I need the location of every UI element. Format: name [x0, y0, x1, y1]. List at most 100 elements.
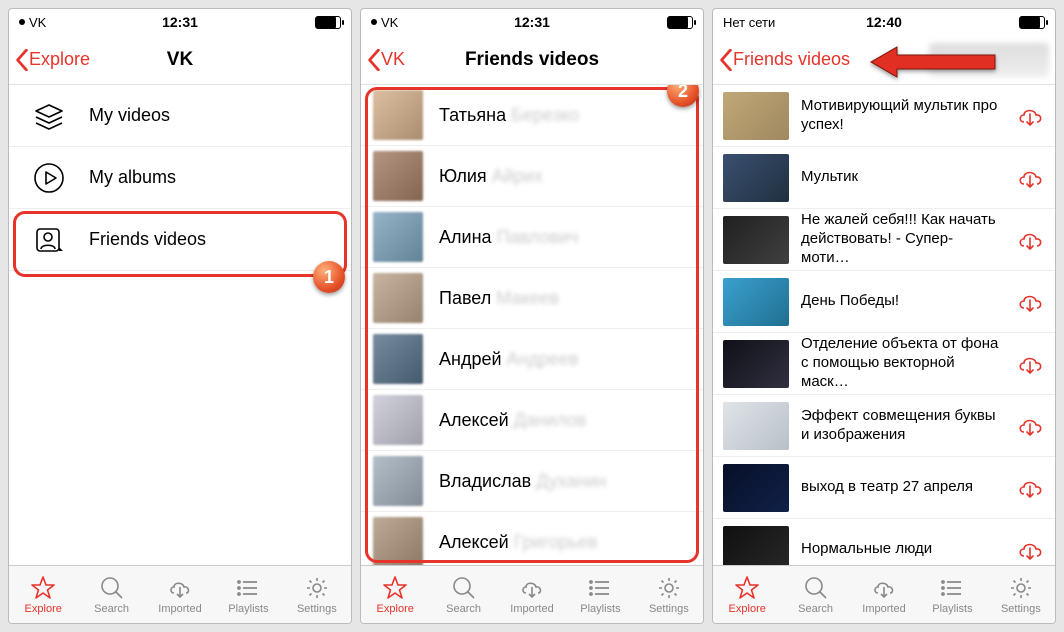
- cloud-download-icon: [1016, 104, 1044, 128]
- back-button[interactable]: VK: [367, 49, 405, 71]
- tab-playlists[interactable]: Playlists: [918, 566, 986, 623]
- tab-imported[interactable]: Imported: [146, 566, 214, 623]
- menu-my-albums[interactable]: My albums: [9, 147, 351, 209]
- cloud-download-icon: [1016, 228, 1044, 252]
- cloud-download-icon: [1016, 538, 1044, 562]
- friend-row[interactable]: Алексей Данилов: [361, 390, 703, 451]
- cloud-download-icon: [1016, 476, 1044, 500]
- carrier-label: VK: [29, 15, 46, 30]
- gear-icon: [304, 575, 330, 601]
- tab-label: Settings: [649, 603, 689, 615]
- tab-imported[interactable]: Imported: [850, 566, 918, 623]
- download-button[interactable]: [1015, 414, 1045, 438]
- video-thumbnail: [723, 278, 789, 326]
- tab-settings[interactable]: Settings: [635, 566, 703, 623]
- video-thumbnail: [723, 464, 789, 512]
- download-button[interactable]: [1015, 228, 1045, 252]
- friend-row[interactable]: Алина Павлович: [361, 207, 703, 268]
- back-label: Friends videos: [733, 49, 850, 70]
- menu-my-videos[interactable]: My videos: [9, 85, 351, 147]
- friend-row[interactable]: Татьяна Березко: [361, 85, 703, 146]
- tab-label: Search: [94, 603, 129, 615]
- download-button[interactable]: [1015, 290, 1045, 314]
- tab-bar: Explore Search Imported Playlists Settin…: [9, 565, 351, 623]
- search-icon: [803, 575, 829, 601]
- friend-row[interactable]: Андрей Андреев: [361, 329, 703, 390]
- tab-imported[interactable]: Imported: [498, 566, 566, 623]
- video-title: Мультик: [801, 168, 1003, 187]
- friend-name: Павел Макеев: [439, 288, 559, 309]
- battery-icon: [667, 16, 693, 29]
- friend-name: Алина Павлович: [439, 227, 578, 248]
- search-icon: [99, 575, 125, 601]
- video-thumbnail: [723, 92, 789, 140]
- status-time: 12:31: [99, 14, 261, 30]
- friend-row[interactable]: Павел Макеев: [361, 268, 703, 329]
- video-thumbnail: [723, 402, 789, 450]
- video-row[interactable]: Не жалей себя!!! Как начать действовать!…: [713, 209, 1055, 271]
- video-row[interactable]: Отделение объекта от фона с помощью вект…: [713, 333, 1055, 395]
- tab-playlists[interactable]: Playlists: [214, 566, 282, 623]
- nav-title: Friends videos: [465, 49, 599, 71]
- tab-explore[interactable]: Explore: [361, 566, 429, 623]
- status-bar: VK 12:31: [9, 9, 351, 35]
- video-title: Эффект совмещения буквы и изображения: [801, 407, 1003, 445]
- video-row[interactable]: Мультик: [713, 147, 1055, 209]
- download-button[interactable]: [1015, 104, 1045, 128]
- download-button[interactable]: [1015, 352, 1045, 376]
- friend-name: Владислав Духанин: [439, 471, 607, 492]
- back-button[interactable]: Explore: [15, 49, 90, 71]
- star-icon: [734, 575, 760, 601]
- back-button[interactable]: Friends videos: [719, 49, 850, 71]
- tab-explore[interactable]: Explore: [713, 566, 781, 623]
- nav-bar: VK Friends videos: [361, 35, 703, 85]
- content-area: My videos My albums Friends videos 1: [9, 85, 351, 565]
- tab-label: Playlists: [580, 603, 620, 615]
- video-row[interactable]: Эффект совмещения буквы и изображения: [713, 395, 1055, 457]
- status-bar: VK 12:31: [361, 9, 703, 35]
- tab-label: Explore: [729, 603, 766, 615]
- friend-name: Алексей Григорьев: [439, 532, 598, 553]
- friend-avatar: [373, 395, 423, 445]
- friend-row[interactable]: Владислав Духанин: [361, 451, 703, 512]
- video-thumbnail: [723, 340, 789, 388]
- nav-bar: Explore VK: [9, 35, 351, 85]
- download-button[interactable]: [1015, 538, 1045, 562]
- friend-avatar: [373, 212, 423, 262]
- list-icon: [939, 575, 965, 601]
- carrier-label: VK: [381, 15, 398, 30]
- download-button[interactable]: [1015, 166, 1045, 190]
- video-row[interactable]: выход в театр 27 апреля: [713, 457, 1055, 519]
- screen-friends-list: VK 12:31 VK Friends videos Татьяна Берез…: [360, 8, 704, 624]
- video-row[interactable]: Мотивирующий мультик про успех!: [713, 85, 1055, 147]
- tab-bar: Explore Search Imported Playlists Settin…: [713, 565, 1055, 623]
- friend-row[interactable]: Алексей Григорьев: [361, 512, 703, 565]
- download-button[interactable]: [1015, 476, 1045, 500]
- cloud-download-icon: [1016, 290, 1044, 314]
- tab-label: Imported: [862, 603, 905, 615]
- battery-icon: [1019, 16, 1045, 29]
- tab-settings[interactable]: Settings: [283, 566, 351, 623]
- menu-friends-videos[interactable]: Friends videos: [9, 209, 351, 271]
- video-row[interactable]: День Победы!: [713, 271, 1055, 333]
- star-icon: [30, 575, 56, 601]
- gear-icon: [656, 575, 682, 601]
- carrier-label: Нет сети: [723, 15, 775, 30]
- status-time: 12:31: [451, 14, 613, 30]
- friend-row[interactable]: Юлия Айрих: [361, 146, 703, 207]
- tab-settings[interactable]: Settings: [987, 566, 1055, 623]
- tab-search[interactable]: Search: [429, 566, 497, 623]
- chevron-left-icon: [719, 49, 733, 71]
- cloud-download-icon: [1016, 166, 1044, 190]
- video-row[interactable]: Нормальные люди: [713, 519, 1055, 565]
- chevron-left-icon: [367, 49, 381, 71]
- tab-playlists[interactable]: Playlists: [566, 566, 634, 623]
- tab-search[interactable]: Search: [781, 566, 849, 623]
- friend-name: Татьяна Березко: [439, 105, 579, 126]
- tab-search[interactable]: Search: [77, 566, 145, 623]
- tab-label: Imported: [510, 603, 553, 615]
- video-title: Нормальные люди: [801, 540, 1003, 559]
- video-thumbnail: [723, 526, 789, 566]
- tab-explore[interactable]: Explore: [9, 566, 77, 623]
- cloud-download-icon: [1016, 352, 1044, 376]
